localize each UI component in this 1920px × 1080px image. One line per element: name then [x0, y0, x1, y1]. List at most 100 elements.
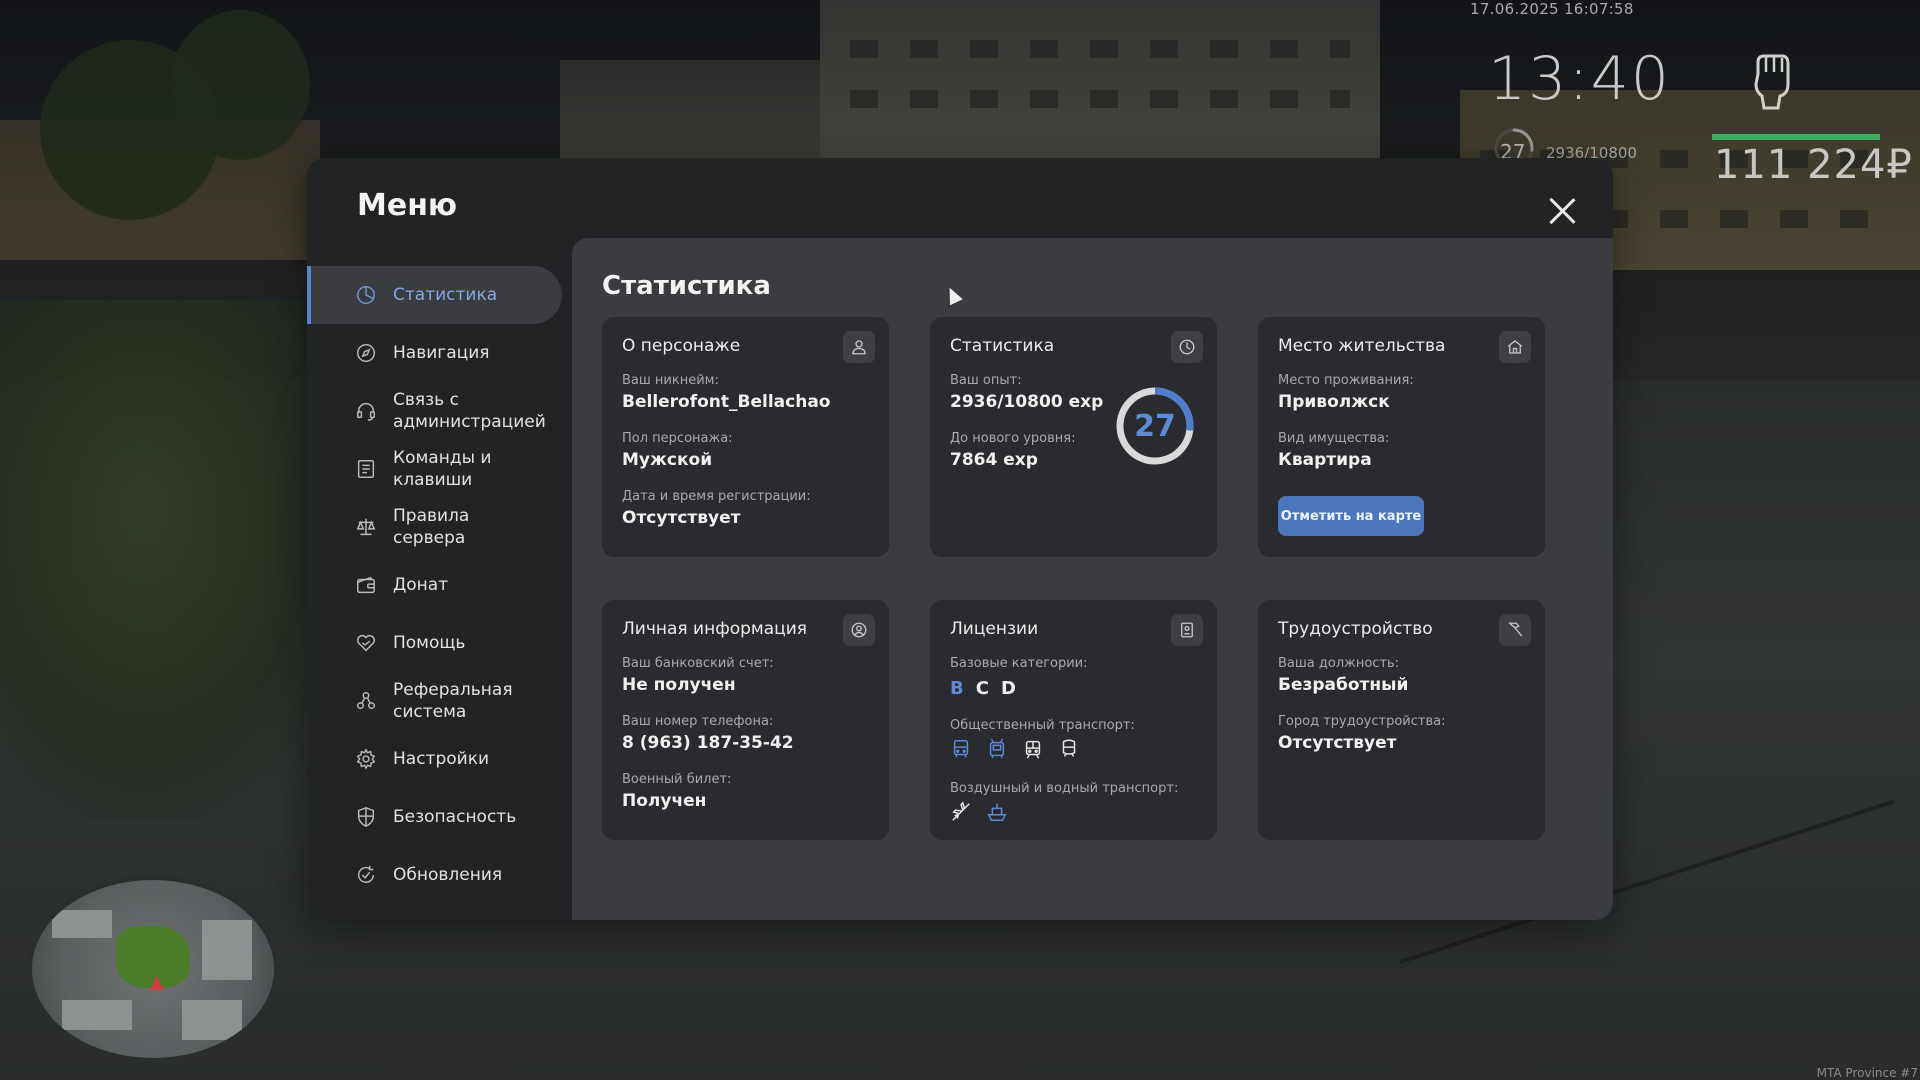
position-value: Безработный — [1278, 675, 1409, 695]
place-value: Приволжск — [1278, 392, 1390, 412]
card-title: Место жительства — [1278, 336, 1446, 356]
card-personal-info: Личная информация Ваш банковский счет: Н… — [602, 600, 889, 840]
sidebar-item-label: Связь с администрацией — [393, 390, 546, 432]
exp-value: 2936/10800 exp — [950, 392, 1104, 412]
registration-label: Дата и время регистрации: — [622, 489, 811, 504]
phone-value: 8 (963) 187-35-42 — [622, 733, 794, 753]
sidebar-item-label: Помощь — [393, 633, 466, 653]
hud-money: 111 224₽ — [1714, 142, 1913, 188]
document-icon — [1181, 622, 1193, 638]
server-tag: MTA Province #7 — [1816, 1066, 1918, 1080]
level-value: 27 — [1134, 408, 1176, 444]
phone-label: Ваш номер телефона: — [622, 714, 774, 729]
gear-icon — [356, 748, 376, 770]
sidebar-item-navigation[interactable]: Навигация — [307, 324, 563, 382]
shield-icon — [357, 807, 375, 827]
nickname-label: Ваш никнейм: — [622, 373, 719, 388]
house-icon — [1507, 340, 1523, 354]
property-value: Квартира — [1278, 450, 1372, 470]
user-circle-icon — [851, 622, 867, 638]
card-icon-box — [1499, 331, 1531, 363]
position-label: Ваша должность: — [1278, 656, 1400, 671]
license-categories: B C D — [950, 678, 1016, 699]
sidebar-item-label: Правила сервера — [393, 506, 470, 548]
hud-clock: 13:40 — [1488, 44, 1671, 114]
sidebar-item-label: Донат — [393, 575, 449, 595]
public-transport-icons — [950, 738, 1080, 760]
bank-value: Не получен — [622, 675, 736, 695]
sidebar-item-referral[interactable]: Реферальная система — [307, 672, 563, 730]
fist-icon — [1754, 54, 1790, 110]
sidebar-item-label: Навигация — [393, 343, 490, 363]
card-residence: Место жительства Место проживания: Приво… — [1258, 317, 1545, 557]
military-label: Военный билет: — [622, 772, 732, 787]
base-categories-label: Базовые категории: — [950, 656, 1088, 671]
headset-icon — [357, 403, 375, 421]
sidebar-item-commands[interactable]: Команды и клавиши — [307, 440, 563, 498]
card-icon-box — [1499, 614, 1531, 646]
pie-chart-icon — [1179, 339, 1195, 355]
sidebar-item-rules[interactable]: Правила сервера — [307, 498, 563, 556]
registration-value: Отсутствует — [622, 508, 741, 528]
exp-label: Ваш опыт: — [950, 373, 1022, 388]
bus-icon — [953, 740, 969, 758]
sidebar-item-label: Обновления — [393, 865, 503, 885]
card-icon-box — [843, 331, 875, 363]
sidebar-item-settings[interactable]: Настройки — [307, 730, 563, 788]
sidebar-item-donate[interactable]: Донат — [307, 556, 563, 614]
gender-label: Пол персонажа: — [622, 431, 733, 446]
place-label: Место проживания: — [1278, 373, 1414, 388]
property-label: Вид имущества: — [1278, 431, 1390, 446]
sidebar-item-help[interactable]: Помощь — [307, 614, 563, 672]
sidebar-item-statistics[interactable]: Статистика — [307, 266, 562, 324]
minimap[interactable] — [28, 876, 278, 1062]
card-employment: Трудоустройство Ваша должность: Безработ… — [1258, 600, 1545, 840]
gender-value: Мужской — [622, 450, 713, 470]
nickname-value: Bellerofont_Bellachao — [622, 392, 831, 412]
hud-datetime: 17.06.2025 16:07:58 — [1470, 0, 1634, 18]
card-icon-box — [1171, 331, 1203, 363]
bank-label: Ваш банковский счет: — [622, 656, 774, 671]
license-category-b: B — [950, 678, 964, 699]
hammer-icon — [1507, 622, 1523, 637]
employment-city-value: Отсутствует — [1278, 733, 1397, 753]
compass-icon — [357, 344, 375, 362]
card-title: О персонаже — [622, 336, 741, 356]
card-statistics: Статистика Ваш опыт: 2936/10800 exp До н… — [930, 317, 1217, 557]
boat-icon — [987, 803, 1007, 821]
next-level-label: До нового уровня: — [950, 431, 1076, 446]
employment-city-label: Город трудоустройства: — [1278, 714, 1446, 729]
card-title: Трудоустройство — [1278, 619, 1433, 639]
card-title: Лицензии — [950, 619, 1039, 639]
menu-modal: Меню Статистика Навигация Связь с админи… — [307, 158, 1613, 920]
sidebar-item-admin-contact[interactable]: Связь с администрацией — [307, 382, 563, 440]
health-bar — [1712, 134, 1880, 140]
card-character: О персонаже Ваш никнейм: Bellerofont_Bel… — [602, 317, 889, 557]
sidebar-item-security[interactable]: Безопасность — [307, 788, 563, 846]
sidebar-item-label: Реферальная система — [393, 680, 513, 722]
sidebar: Статистика Навигация Связь с администрац… — [307, 266, 563, 904]
tram-icon — [1025, 740, 1041, 759]
mark-on-map-button[interactable]: Отметить на карте — [1278, 496, 1424, 536]
refresh-check-icon — [357, 865, 375, 883]
sidebar-item-label: Безопасность — [393, 807, 517, 827]
air-water-transport-label: Воздушный и водный транспорт: — [950, 781, 1179, 796]
next-level-value: 7864 exp — [950, 450, 1038, 470]
content-panel: Статистика О персонаже Ваш никнейм: Bell… — [572, 238, 1613, 920]
player-arrow-icon — [150, 976, 164, 990]
page-title: Статистика — [602, 271, 771, 301]
sidebar-item-label: Статистика — [393, 285, 498, 305]
pie-chart-icon — [357, 286, 375, 304]
card-title: Статистика — [950, 336, 1055, 356]
license-category-d: D — [1000, 678, 1016, 699]
train-icon — [1062, 739, 1076, 757]
sidebar-item-updates[interactable]: Обновления — [307, 846, 563, 904]
card-icon-box — [1171, 614, 1203, 646]
card-title: Личная информация — [622, 619, 808, 639]
public-transport-label: Общественный транспорт: — [950, 718, 1135, 733]
menu-title: Меню — [357, 188, 458, 223]
military-value: Получен — [622, 791, 707, 811]
trolleybus-icon — [989, 738, 1005, 759]
air-water-transport-icons — [950, 801, 1008, 823]
close-icon[interactable] — [1545, 194, 1579, 228]
